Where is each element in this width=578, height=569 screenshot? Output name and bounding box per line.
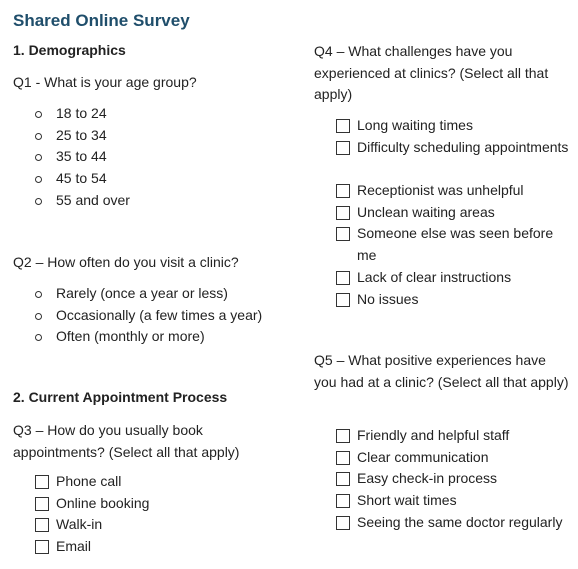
question-q2: Q2 – How often do you visit a clinic? [13, 254, 239, 270]
section-demographics: 1. Demographics [13, 42, 126, 58]
q4-option[interactable]: Someone else was seen before me [314, 223, 576, 266]
q2-option[interactable]: Rarely (once a year or less) [13, 283, 262, 305]
option-label: Phone call [56, 473, 122, 489]
q1-option[interactable]: 35 to 44 [13, 146, 130, 168]
radio-circle-icon[interactable] [35, 154, 42, 162]
q5-option[interactable]: Clear communication [314, 447, 576, 469]
checkbox-icon[interactable] [35, 496, 49, 511]
radio-circle-icon[interactable] [35, 334, 42, 342]
option-label: Difficulty scheduling appointments [357, 138, 569, 155]
q4-option[interactable]: Difficulty scheduling appointments [314, 137, 576, 180]
option-label: Occasionally (a few times a year) [56, 306, 263, 323]
option-label: Receptionist was unhelpful [357, 182, 524, 199]
q5-option[interactable]: Short wait times [314, 490, 576, 512]
checkbox-icon[interactable] [336, 292, 350, 307]
option-label: Short wait times [357, 492, 457, 509]
option-label: Someone else was seen before me [357, 225, 554, 264]
radio-circle-icon[interactable] [35, 291, 42, 298]
checkbox-icon[interactable] [35, 540, 49, 555]
question-q3: Q3 – How do you usually book appointment… [13, 422, 240, 460]
radio-circle-icon[interactable] [35, 197, 42, 205]
option-label: Online booking [56, 494, 150, 511]
option-label: Walk-in [56, 516, 103, 533]
checkbox-icon[interactable] [336, 450, 350, 465]
option-label: No issues [357, 290, 419, 307]
option-label: 35 to 44 [56, 148, 107, 165]
q2-options: Rarely (once a year or less) Occasionall… [13, 283, 262, 348]
checkbox-icon[interactable] [336, 119, 350, 133]
option-label: Rarely (once a year or less) [56, 285, 228, 301]
q2-option[interactable]: Often (monthly or more) [13, 326, 262, 348]
checkbox-icon[interactable] [35, 518, 49, 533]
q4-option[interactable]: No issues [314, 289, 576, 311]
q2-option[interactable]: Occasionally (a few times a year) [13, 305, 262, 327]
q4-option[interactable]: Receptionist was unhelpful [314, 180, 576, 202]
q3-option[interactable]: Walk-in [13, 514, 149, 536]
q3-option[interactable]: Phone call [13, 471, 149, 493]
radio-circle-icon[interactable] [35, 132, 42, 140]
option-label: Friendly and helpful staff [357, 427, 510, 443]
q4-options: Long waiting times Difficulty scheduling… [314, 115, 576, 310]
radio-circle-icon[interactable] [35, 111, 42, 118]
checkbox-icon[interactable] [35, 475, 49, 489]
option-label: Seeing the same doctor regularly [357, 513, 563, 530]
option-label: 18 to 24 [56, 105, 107, 121]
q5-option[interactable]: Easy check-in process [314, 468, 576, 490]
q3-options: Phone call Online booking Walk-in Email [13, 471, 149, 558]
option-label: Often (monthly or more) [56, 328, 205, 345]
section-appointment: 2. Current Appointment Process [13, 389, 228, 405]
q5-option[interactable]: Friendly and helpful staff [314, 425, 576, 447]
q4-option[interactable]: Long waiting times [314, 115, 576, 137]
q1-option[interactable]: 45 to 54 [13, 168, 130, 190]
q4-option[interactable]: Unclean waiting areas [314, 202, 576, 224]
radio-circle-icon[interactable] [35, 312, 42, 320]
q5-options: Friendly and helpful staff Clear communi… [314, 425, 576, 533]
checkbox-icon[interactable] [336, 429, 350, 443]
option-label: 45 to 54 [56, 170, 107, 187]
checkbox-icon[interactable] [336, 140, 350, 155]
checkbox-icon[interactable] [336, 494, 350, 509]
option-label: Easy check-in process [357, 470, 498, 487]
option-label: Unclean waiting areas [357, 203, 495, 220]
q4-option[interactable]: Lack of clear instructions [314, 267, 576, 289]
radio-circle-icon[interactable] [35, 176, 42, 184]
option-label: Long waiting times [357, 117, 473, 133]
checkbox-icon[interactable] [336, 515, 350, 530]
q5-option[interactable]: Seeing the same doctor regularly [314, 512, 576, 534]
option-label: Lack of clear instructions [357, 268, 512, 285]
option-label: Clear communication [357, 448, 489, 465]
checkbox-icon[interactable] [336, 472, 350, 487]
question-q5: Q5 – What positive experiences have you … [314, 352, 569, 390]
checkbox-icon[interactable] [336, 227, 350, 242]
option-label: 25 to 34 [56, 126, 107, 143]
q3-option[interactable]: Email [13, 536, 149, 558]
q1-option[interactable]: 25 to 34 [13, 125, 130, 147]
q3-option[interactable]: Online booking [13, 493, 149, 515]
q1-option[interactable]: 18 to 24 [13, 103, 130, 125]
option-label: 55 and over [56, 191, 130, 208]
q1-option[interactable]: 55 and over [13, 190, 130, 212]
checkbox-icon[interactable] [336, 270, 350, 285]
question-q1: Q1 - What is your age group? [13, 74, 197, 90]
survey-title: Shared Online Survey [13, 11, 190, 30]
q1-options: 18 to 24 25 to 34 35 to 44 45 to 54 55 a… [13, 103, 130, 211]
checkbox-icon[interactable] [336, 184, 350, 199]
checkbox-icon[interactable] [336, 205, 350, 220]
option-label: Email [56, 538, 92, 555]
question-q4: Q4 – What challenges have you experience… [314, 43, 549, 103]
